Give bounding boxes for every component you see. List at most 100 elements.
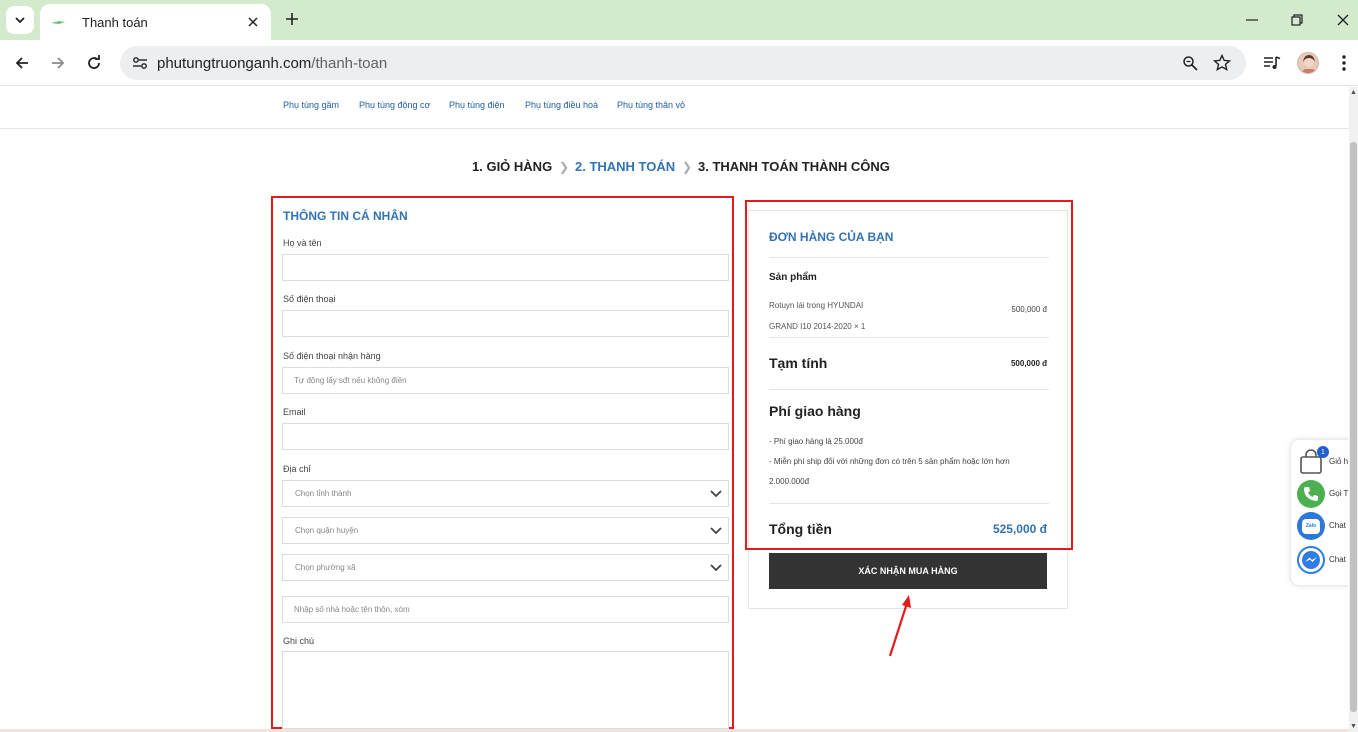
shipping-note-fee: - Phí giao hàng là 25.000đ [769, 437, 863, 446]
shipping-title: Phí giao hàng [769, 403, 861, 419]
float-cart[interactable]: 1 Giỏ h [1297, 446, 1349, 478]
site-favicon-icon [50, 14, 66, 30]
divider [769, 257, 1049, 258]
scroll-down-icon[interactable]: ▼ [1350, 723, 1357, 730]
order-title: ĐƠN HÀNG CỦA BẠN [769, 230, 894, 244]
address-label: Địa chỉ [283, 464, 311, 474]
float-zalo-label: Chat [1329, 521, 1346, 530]
floating-contact-widget: 1 Giỏ h Gọi T Zalo Chat Chat [1291, 440, 1349, 585]
category-nav: Phụ tùng gầm Phụ tùng động cơ Phụ tùng đ… [0, 87, 1349, 129]
chevron-right-icon: ❯ [682, 160, 693, 174]
district-select[interactable]: Chọn quận huyện [282, 517, 729, 544]
product-name-line1: Rotuyn lái trong HYUNDAI [769, 301, 864, 310]
note-label: Ghi chú [283, 636, 315, 646]
name-label: Họ và tên [283, 238, 322, 248]
name-field[interactable] [282, 254, 729, 281]
nav-link-air-conditioning[interactable]: Phụ tùng điều hoà [525, 100, 598, 110]
order-summary: ĐƠN HÀNG CỦA BẠN Sản phẩm Rotuyn lái tro… [745, 200, 1073, 550]
chevron-down-icon [15, 17, 25, 24]
ward-select[interactable]: Chọn phường xã [282, 554, 729, 581]
nav-link-electrical[interactable]: Phụ tùng điện [449, 100, 505, 110]
minimize-icon[interactable] [1238, 8, 1266, 32]
scroll-thumb[interactable] [1350, 142, 1357, 712]
restore-icon[interactable] [1283, 8, 1311, 32]
zalo-icon: Zalo [1297, 512, 1325, 540]
url-path: /thanh-toan [311, 55, 388, 72]
window-close-icon[interactable] [1329, 8, 1357, 32]
product-name: Rotuyn lái trong HYUNDAI GRAND I10 2014-… [769, 295, 919, 337]
confirm-purchase-button[interactable]: XÁC NHẬN MUA HÀNG [769, 553, 1047, 589]
address-bar[interactable]: phutungtruonganh.com/thanh-toan [120, 46, 1246, 80]
url-domain: phutungtruonganh.com [157, 55, 312, 72]
form-title: THÔNG TIN CÁ NHÂN [283, 209, 408, 223]
messenger-icon [1297, 546, 1325, 574]
tab-search-button[interactable] [6, 6, 34, 34]
scroll-up-icon[interactable]: ▲ [1350, 89, 1357, 96]
phone-icon [1297, 480, 1325, 508]
cart-count-badge: 1 [1317, 446, 1329, 458]
new-tab-plus-icon[interactable] [281, 8, 303, 30]
province-select-value: Chọn tỉnh thành [295, 489, 352, 498]
profile-avatar[interactable] [1297, 52, 1319, 74]
nav-link-body[interactable]: Phụ tùng thân vỏ [617, 100, 685, 110]
note-textarea[interactable] [282, 651, 729, 729]
annotation-arrow-icon [888, 595, 911, 657]
zalo-icon-label: Zalo [1302, 518, 1320, 534]
chevron-down-icon [710, 490, 722, 498]
media-control-icon[interactable] [1258, 49, 1286, 77]
site-settings-icon[interactable] [128, 51, 152, 75]
browser-tab-bar: Thanh toán [0, 0, 1358, 40]
subtotal-label: Tạm tính [769, 355, 828, 371]
checkout-steps: 1. GIỎ HÀNG ❯ 2. THANH TOÁN ❯ 3. THANH T… [0, 159, 1349, 179]
step-success: 3. THANH TOÁN THÀNH CÔNG [698, 159, 890, 174]
zoom-search-icon[interactable] [1179, 52, 1201, 74]
browser-toolbar: phutungtruonganh.com/thanh-toan [0, 40, 1358, 86]
total-label: Tổng tiền [769, 521, 832, 537]
product-header: Sản phẩm [769, 272, 817, 283]
phone-label: Số điện thoại [283, 294, 336, 304]
email-label: Email [283, 407, 306, 417]
chevron-right-icon: ❯ [559, 160, 570, 174]
divider [769, 389, 1049, 390]
chevron-down-icon [710, 527, 722, 535]
step-payment: 2. THANH TOÁN [575, 159, 676, 174]
province-select[interactable]: Chọn tỉnh thành [282, 480, 729, 507]
product-name-line2: GRAND I10 2014-2020 × 1 [769, 322, 866, 331]
page-viewport: Phụ tùng gầm Phụ tùng động cơ Phụ tùng đ… [0, 87, 1349, 732]
kebab-menu-icon[interactable] [1330, 49, 1358, 77]
divider [769, 337, 1049, 338]
tab-title: Thanh toán [82, 14, 148, 30]
subtotal-value: 500,000 đ [1010, 359, 1047, 368]
email-field[interactable] [282, 423, 729, 450]
float-messenger[interactable]: Chat [1297, 546, 1349, 576]
float-call-label: Gọi T [1329, 489, 1349, 498]
reload-icon[interactable] [80, 49, 108, 77]
back-arrow-icon[interactable] [8, 49, 36, 77]
step-cart[interactable]: 1. GIỎ HÀNG [472, 159, 552, 174]
total-value: 525,000 đ [992, 522, 1047, 536]
divider [769, 503, 1049, 504]
bookmark-star-icon[interactable] [1211, 52, 1233, 74]
float-zalo[interactable]: Zalo Chat [1297, 512, 1349, 542]
district-select-value: Chọn quận huyện [295, 526, 359, 535]
url-text: phutungtruonganh.com/thanh-toan [157, 55, 387, 72]
receive-phone-label: Số điện thoại nhận hàng [283, 351, 381, 361]
float-call[interactable]: Gọi T [1297, 480, 1349, 510]
page-scrollbar[interactable]: ▲ ▼ [1349, 87, 1358, 732]
phone-field[interactable] [282, 310, 729, 337]
receive-phone-field[interactable]: Tự động lấy sđt nếu không điền [282, 367, 729, 394]
close-icon[interactable] [245, 14, 261, 30]
product-price: 500,000 đ [1011, 305, 1047, 314]
nav-link-undercarriage[interactable]: Phụ tùng gầm [283, 100, 339, 110]
forward-arrow-icon[interactable] [44, 49, 72, 77]
float-cart-label: Giỏ h [1329, 457, 1349, 466]
street-address-field[interactable]: Nhập số nhà hoặc tên thôn, xóm [282, 596, 729, 623]
float-messenger-label: Chat [1329, 555, 1346, 564]
shipping-note: - Phí giao hàng là 25.000đ - Miễn phí sh… [769, 432, 1051, 492]
chevron-down-icon [710, 564, 722, 572]
browser-tab-active[interactable]: Thanh toán [40, 4, 271, 40]
personal-info-form: THÔNG TIN CÁ NHÂN Họ và tên Số điện thoạ… [271, 196, 734, 729]
ward-select-value: Chọn phường xã [295, 563, 356, 572]
shipping-note-free: - Miễn phí ship đối với những đơn có trê… [769, 457, 1010, 486]
nav-link-engine[interactable]: Phụ tùng động cơ [359, 100, 430, 110]
